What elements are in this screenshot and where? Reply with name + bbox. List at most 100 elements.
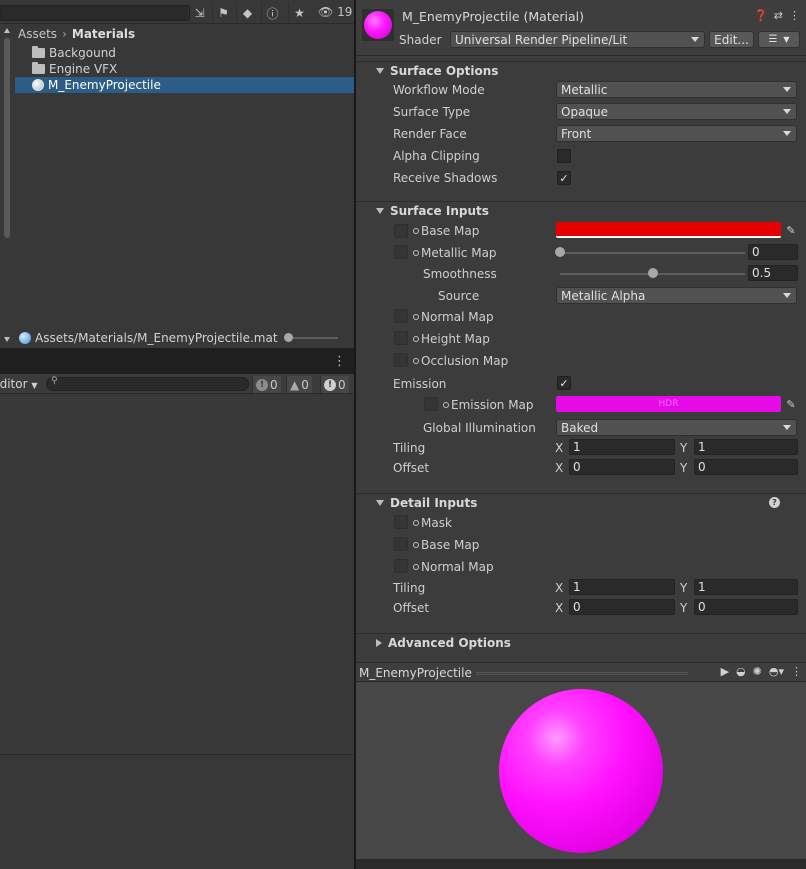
lights-icon[interactable]: ✺ [753, 665, 762, 678]
console-error-toggle[interactable]: ! 0 [252, 376, 281, 393]
normal-map-texture-slot[interactable] [394, 309, 408, 323]
occlusion-map-texture-slot[interactable] [394, 353, 408, 367]
console-info-toggle[interactable]: ! 0 [320, 376, 349, 393]
object-picker-icon[interactable] [413, 336, 419, 342]
search-by-type-icon[interactable]: ⇲ [188, 3, 210, 23]
filter-icon[interactable]: ⚑ [212, 3, 234, 23]
shader-menu-button[interactable]: ☰ ▼ [758, 31, 800, 48]
eyedropper-icon[interactable]: ✎ [782, 222, 800, 238]
offset-y-field[interactable]: 0 [694, 459, 798, 475]
metallic-slider[interactable] [560, 252, 745, 254]
scroll-thumb[interactable] [4, 38, 10, 238]
shader-dropdown[interactable]: Universal Render Pipeline/Lit [450, 31, 705, 48]
eyedropper-icon[interactable]: ✎ [782, 396, 800, 412]
surface-inputs-header[interactable]: Surface Inputs [356, 201, 806, 220]
metallic-value-field[interactable]: 0 [748, 244, 798, 260]
emission-checkbox[interactable]: ✓ [557, 376, 571, 390]
console-search-input[interactable]: ⚲ [46, 376, 249, 391]
breadcrumb: Assets › Materials [18, 26, 135, 42]
height-map-texture-slot[interactable] [394, 331, 408, 345]
log-filter-icon[interactable]: ⓘ [261, 3, 283, 23]
metallic-map-texture-slot[interactable] [394, 245, 408, 259]
more-options-icon[interactable]: ⋮ [789, 9, 800, 22]
help-icon[interactable]: ? [769, 497, 780, 508]
detail-offset-y-field[interactable]: 0 [694, 599, 798, 615]
object-picker-icon[interactable] [413, 358, 419, 364]
preset-settings-icon[interactable]: ⇄ [774, 9, 783, 22]
edit-shader-button[interactable]: Edit... [709, 31, 754, 48]
label-tag-icon[interactable]: ◆ [236, 3, 258, 23]
surface-type-dropdown[interactable]: Opaque [556, 103, 797, 120]
list-item-selected[interactable]: M_EnemyProjectile [15, 77, 354, 93]
metallic-slider-handle[interactable] [555, 247, 565, 257]
object-picker-icon[interactable] [413, 250, 419, 256]
help-icon[interactable]: ❓ [754, 9, 768, 22]
detail-offset-x-label: X [555, 601, 564, 615]
object-picker-icon[interactable] [413, 542, 419, 548]
normal-map-label: Normal Map [413, 310, 494, 324]
material-thumbnail [362, 9, 394, 41]
smoothness-slider-handle[interactable] [647, 268, 658, 278]
object-picker-icon[interactable] [413, 520, 419, 526]
height-map-label: Height Map [413, 332, 490, 346]
normal-map-text: Normal Map [421, 310, 494, 324]
favorite-star-icon[interactable]: ★ [288, 3, 310, 23]
material-preview[interactable] [356, 682, 806, 859]
base-map-texture-slot[interactable] [394, 224, 408, 238]
emission-map-text: Emission Map [451, 398, 534, 412]
scroll-down-icon[interactable] [4, 337, 10, 342]
emission-color-field[interactable]: HDR [556, 396, 781, 412]
object-picker-icon[interactable] [413, 314, 419, 320]
preview-sphere-icon[interactable]: ◓▾ [769, 665, 784, 678]
surface-options-header[interactable]: Surface Options [356, 61, 806, 80]
detail-tiling-y-field[interactable]: 1 [694, 579, 798, 595]
preview-shape-icon[interactable]: ◒ [736, 665, 746, 678]
object-picker-icon[interactable] [413, 564, 419, 570]
project-search-input[interactable] [0, 5, 190, 21]
icon-size-slider-handle[interactable] [284, 333, 293, 342]
more-options-icon[interactable]: ⋮ [791, 665, 802, 678]
preview-drag-handle[interactable] [476, 672, 688, 675]
object-picker-icon[interactable] [443, 402, 449, 408]
workflow-mode-dropdown[interactable]: Metallic [556, 81, 797, 98]
header-icons: ❓ ⇄ ⋮ [754, 9, 800, 22]
detail-base-map-texture-slot[interactable] [394, 537, 408, 551]
detail-inputs-header[interactable]: Detail Inputs [356, 493, 806, 512]
play-icon[interactable]: ▶ [721, 665, 729, 678]
detail-offset-x-field[interactable]: 0 [569, 599, 675, 615]
object-picker-icon[interactable] [413, 228, 419, 234]
tiling-y-field[interactable]: 1 [694, 439, 798, 455]
offset-x-field[interactable]: 0 [569, 459, 675, 475]
smoothness-value-field[interactable]: 0.5 [748, 265, 798, 281]
base-map-color-field[interactable] [556, 222, 781, 238]
mask-texture-slot[interactable] [394, 515, 408, 529]
global-illumination-dropdown[interactable]: Baked [556, 419, 797, 436]
alpha-clipping-checkbox[interactable] [557, 149, 571, 163]
scroll-up-icon[interactable] [4, 28, 10, 33]
tiling-x-field[interactable]: 1 [569, 439, 675, 455]
icon-size-slider[interactable] [288, 337, 338, 339]
console-tab-strip: ⋮ [0, 348, 354, 374]
console-toolbar: Editor ▼ ⚲ ! 0 ▲ 0 ! 0 [0, 374, 354, 394]
breadcrumb-assets[interactable]: Assets [18, 27, 57, 41]
more-options-icon[interactable]: ⋮ [333, 354, 346, 369]
receive-shadows-checkbox[interactable]: ✓ [557, 171, 571, 185]
folder-icon [32, 62, 45, 74]
detail-normal-map-texture-slot[interactable] [394, 559, 408, 573]
breadcrumb-materials[interactable]: Materials [72, 27, 135, 41]
receive-shadows-label: Receive Shadows [393, 171, 498, 185]
console-editor-dropdown[interactable]: Editor ▼ [0, 377, 38, 391]
source-dropdown[interactable]: Metallic Alpha [556, 287, 797, 304]
list-item[interactable]: Engine VFX [15, 61, 354, 77]
source-label: Source [438, 289, 480, 303]
foldout-expanded-icon [376, 500, 384, 506]
detail-tiling-x-field[interactable]: 1 [569, 579, 675, 595]
list-item[interactable]: Backgound [15, 45, 354, 61]
hidden-packages-eye-icon[interactable]: 👁 19 [318, 5, 352, 19]
console-warning-toggle[interactable]: ▲ 0 [286, 376, 312, 393]
project-scrollbar[interactable] [0, 24, 14, 348]
advanced-options-header[interactable]: Advanced Options [356, 633, 806, 652]
height-map-text: Height Map [421, 332, 490, 346]
render-face-dropdown[interactable]: Front [556, 125, 797, 142]
emission-map-texture-slot[interactable] [424, 397, 438, 411]
